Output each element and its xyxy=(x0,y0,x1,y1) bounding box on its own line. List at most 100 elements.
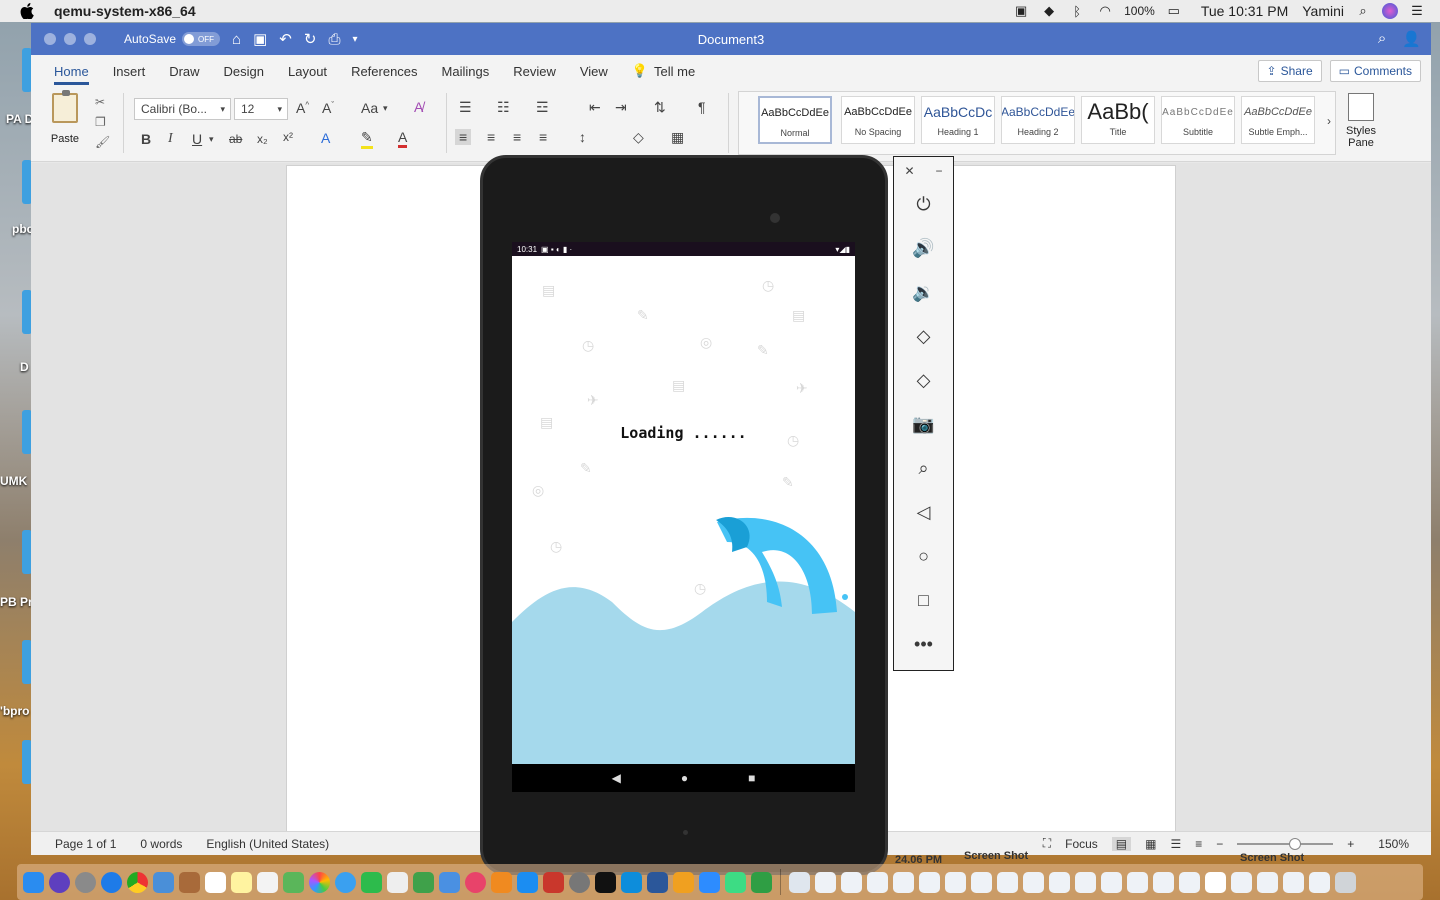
chevron-down-icon[interactable]: ▾ xyxy=(209,134,214,145)
screenshot-file-icon[interactable] xyxy=(1023,871,1044,893)
screenshot-file-icon[interactable] xyxy=(1075,871,1096,893)
skype-icon[interactable] xyxy=(621,871,642,893)
home-icon[interactable]: ⌂ xyxy=(232,31,241,48)
screenshot-file-icon[interactable] xyxy=(1257,871,1278,893)
zoom-level[interactable]: 150% xyxy=(1378,837,1409,851)
focus-label[interactable]: Focus xyxy=(1065,837,1098,851)
power-icon[interactable]: ⏻ xyxy=(894,189,953,219)
home-icon[interactable]: ○ xyxy=(894,541,953,571)
screenshot-file-icon[interactable] xyxy=(945,871,966,893)
word-count[interactable]: 0 words xyxy=(140,837,182,851)
tab-view[interactable]: View xyxy=(568,64,620,85)
powerpoint-icon[interactable] xyxy=(543,871,564,893)
focus-icon[interactable]: ⛶ xyxy=(1043,836,1051,851)
sublime-icon[interactable] xyxy=(673,871,694,893)
keynote-icon[interactable] xyxy=(439,871,460,893)
autosave-toggle[interactable]: OFF xyxy=(182,32,221,46)
screenshot-file-icon[interactable] xyxy=(1153,871,1174,893)
tab-design[interactable]: Design xyxy=(212,64,276,85)
more-icon[interactable]: ••• xyxy=(894,629,953,659)
chrome-icon[interactable] xyxy=(127,871,148,893)
chevron-down-icon[interactable]: ▾ xyxy=(383,103,388,114)
style-heading-1[interactable]: AaBbCcDc Heading 1 xyxy=(921,96,995,144)
style-heading-2[interactable]: AaBbCcDdEe Heading 2 xyxy=(1001,96,1075,144)
increase-indent-icon[interactable]: ⇥ xyxy=(615,99,627,116)
tab-insert[interactable]: Insert xyxy=(101,64,158,85)
screenshot-file-icon[interactable] xyxy=(1179,871,1200,893)
desktop-label[interactable]: PA D xyxy=(6,112,33,126)
font-name-select[interactable]: Calibri (Bo... ▾ xyxy=(134,98,231,120)
desktop-label[interactable]: PB Pr xyxy=(0,595,33,609)
back-icon[interactable]: ◁ xyxy=(894,497,953,527)
comments-button[interactable]: ▭ Comments xyxy=(1329,60,1421,82)
apple-icon[interactable] xyxy=(20,3,34,19)
bluetooth-icon[interactable]: ᛒ xyxy=(1068,4,1086,19)
minimize-icon[interactable]: − xyxy=(935,164,942,178)
books-icon[interactable] xyxy=(491,871,512,893)
screenshot-file-icon[interactable] xyxy=(919,871,940,893)
zoom-in-icon[interactable]: + xyxy=(1347,837,1354,851)
sort-icon[interactable]: ⇅ xyxy=(654,99,666,116)
calendar-icon[interactable] xyxy=(205,871,226,893)
screen-record-icon[interactable]: ▣ xyxy=(1012,3,1030,18)
wifi-icon[interactable]: ◠ xyxy=(1096,3,1114,18)
emulator-screen[interactable]: 10:31 ▣ ▪ ◐ ▮ · ▾◢▮ ▤ ✎ ◷ ▤ ◷ ◎ ✎ ▤ ✈ ✈ … xyxy=(512,242,855,792)
style-title[interactable]: AaBb( Title xyxy=(1081,96,1155,144)
format-painter-icon[interactable]: 🖌 xyxy=(95,135,110,149)
shading-icon[interactable]: ◇ xyxy=(633,129,644,146)
font-size-select[interactable]: 12 ▾ xyxy=(234,98,288,120)
close-window-button[interactable] xyxy=(44,33,56,45)
shrink-font-icon[interactable]: Aˇ xyxy=(322,100,334,116)
maps-icon[interactable] xyxy=(283,871,304,893)
bold-button[interactable]: B xyxy=(141,131,151,147)
decrease-indent-icon[interactable]: ⇤ xyxy=(589,99,601,116)
desktop-label[interactable]: D xyxy=(20,360,29,374)
android-studio-icon[interactable] xyxy=(725,871,746,893)
rotate-left-icon[interactable]: ◇ xyxy=(894,321,953,351)
tab-layout[interactable]: Layout xyxy=(276,64,339,85)
tab-mailings[interactable]: Mailings xyxy=(430,64,502,85)
volume-up-icon[interactable]: 🔊 xyxy=(894,233,953,263)
spotlight-search-icon[interactable]: ⌕ xyxy=(1354,3,1372,18)
screenshot-file-icon[interactable] xyxy=(1101,871,1122,893)
finder-icon[interactable] xyxy=(23,871,44,893)
docker-icon[interactable]: ◆ xyxy=(1040,3,1058,18)
numbers-icon[interactable] xyxy=(413,871,434,893)
save-icon[interactable]: ▣ xyxy=(253,30,267,48)
justify-icon[interactable]: ≡ xyxy=(539,129,547,145)
document-file-icon[interactable] xyxy=(1205,871,1226,893)
share-button[interactable]: ⇪ Share xyxy=(1257,60,1322,82)
screenshot-file-icon[interactable] xyxy=(1231,871,1252,893)
subscript-button[interactable]: x₂ xyxy=(257,132,268,146)
pages-icon[interactable] xyxy=(387,871,408,893)
multilevel-list-icon[interactable]: ☲ xyxy=(536,99,549,116)
bullets-icon[interactable]: ☰ xyxy=(459,99,472,116)
font-color-icon[interactable]: A xyxy=(398,129,408,148)
screenshot-file-icon[interactable] xyxy=(1309,871,1330,893)
active-app-name[interactable]: qemu-system-x86_64 xyxy=(54,3,196,19)
numbering-icon[interactable]: ☷ xyxy=(497,99,510,116)
terminal-icon[interactable] xyxy=(595,871,616,893)
zoom-app-icon[interactable] xyxy=(699,871,720,893)
draft-icon[interactable]: ≡ xyxy=(1195,837,1202,851)
zoom-icon[interactable]: ⌕ xyxy=(894,453,953,483)
zoom-out-icon[interactable]: − xyxy=(1216,837,1223,851)
battery-icon[interactable]: ▭ xyxy=(1165,3,1183,18)
text-effects-icon[interactable]: A xyxy=(321,130,330,146)
tab-references[interactable]: References xyxy=(339,64,429,85)
styles-pane-button[interactable]: Styles Pane xyxy=(1339,93,1383,149)
align-left-icon[interactable]: ≡ xyxy=(455,129,472,145)
android-home-icon[interactable]: ● xyxy=(681,771,688,785)
preview-icon[interactable] xyxy=(153,871,174,893)
screenshot-file-icon[interactable] xyxy=(1283,871,1304,893)
copy-icon[interactable]: ❐ xyxy=(95,115,106,129)
siri-icon[interactable] xyxy=(49,871,70,893)
desktop-label[interactable]: 'bpro xyxy=(0,704,30,718)
italic-button[interactable]: I xyxy=(168,131,173,147)
document-file-icon[interactable] xyxy=(789,871,810,893)
launchpad-icon[interactable] xyxy=(75,871,96,893)
line-spacing-icon[interactable]: ↕ xyxy=(579,129,586,145)
camera-icon[interactable]: 📷 xyxy=(894,409,953,439)
cut-icon[interactable]: ✂ xyxy=(95,95,105,109)
page-count[interactable]: Page 1 of 1 xyxy=(55,837,116,851)
